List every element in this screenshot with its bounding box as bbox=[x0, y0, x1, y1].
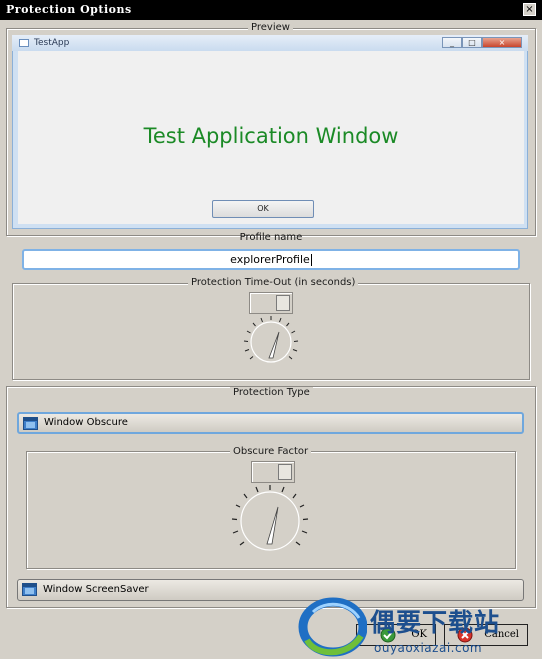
preview-close-button: × bbox=[482, 37, 522, 48]
window-obscure-label: Window Obscure bbox=[44, 417, 128, 428]
timeout-legend: Protection Time-Out (in seconds) bbox=[188, 277, 359, 288]
window-screensaver-toggle[interactable]: Window ScreenSaver bbox=[17, 579, 524, 601]
preview-ok-button: OK bbox=[212, 200, 314, 218]
profile-name-value: explorerProfile bbox=[230, 253, 310, 266]
window-obscure-toggle[interactable]: Window Obscure bbox=[17, 412, 524, 434]
timeout-spinner-field[interactable] bbox=[276, 295, 290, 311]
obscure-factor-spinner[interactable] bbox=[251, 461, 295, 483]
preview-app-title: TestApp bbox=[34, 38, 70, 48]
text-caret bbox=[310, 254, 312, 266]
watermark-url: ouyaoxiazai.com bbox=[374, 641, 483, 655]
timeout-dial-icon[interactable] bbox=[241, 314, 301, 368]
obscure-factor-dial-icon[interactable] bbox=[228, 484, 312, 556]
watermark-text: 偶要下载站 bbox=[370, 608, 501, 637]
profile-name-label: Profile name bbox=[239, 232, 303, 243]
watermark-logo bbox=[298, 597, 367, 657]
preview-minimize-button: _ bbox=[442, 37, 462, 48]
dial-needle bbox=[268, 331, 280, 359]
window-screensaver-label: Window ScreenSaver bbox=[43, 584, 149, 595]
close-button[interactable]: × bbox=[523, 3, 536, 16]
window-title: Protection Options bbox=[6, 3, 132, 16]
preview-maximize-button: □ bbox=[462, 37, 482, 48]
profile-name-input[interactable]: explorerProfile bbox=[22, 249, 520, 270]
window-icon bbox=[23, 417, 38, 430]
timeout-spinner[interactable] bbox=[249, 292, 293, 314]
obscure-factor-legend: Obscure Factor bbox=[230, 446, 312, 457]
app-window-icon bbox=[19, 39, 29, 47]
obscure-factor-spinner-field[interactable] bbox=[278, 464, 292, 480]
dial-needle bbox=[266, 506, 279, 545]
preview-legend: Preview bbox=[248, 22, 293, 33]
preview-heading: Test Application Window bbox=[143, 124, 399, 148]
window-icon bbox=[22, 583, 37, 596]
protection-type-legend: Protection Type bbox=[230, 387, 313, 398]
